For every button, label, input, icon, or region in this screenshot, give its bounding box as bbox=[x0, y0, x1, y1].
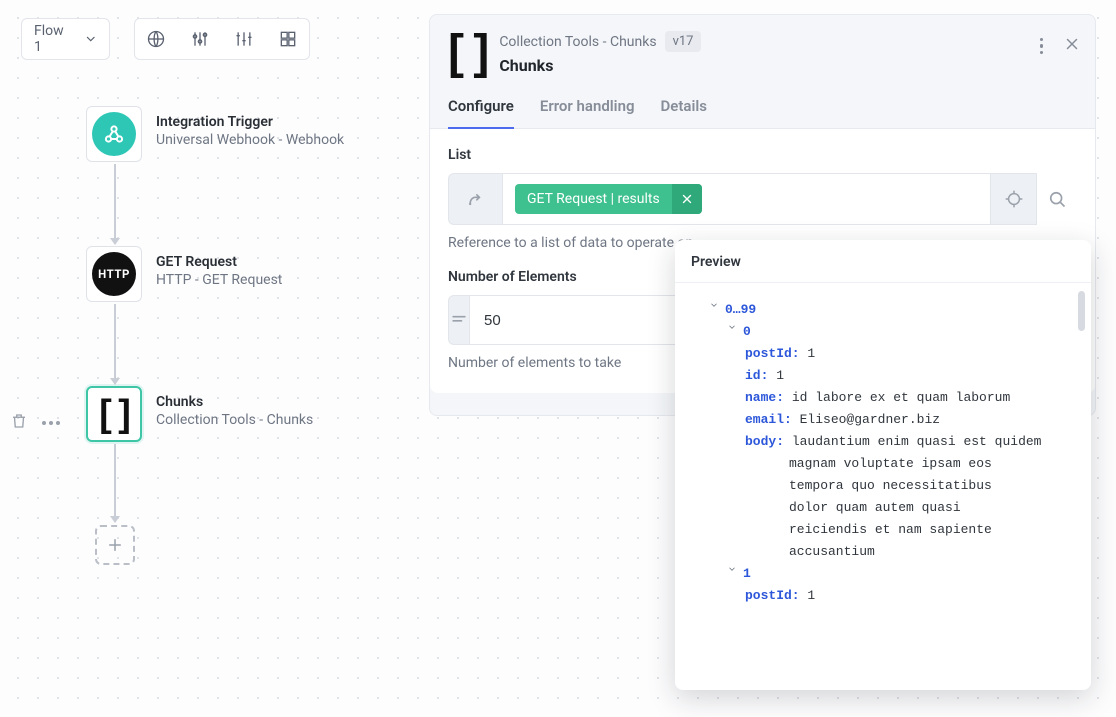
node-title: Chunks bbox=[156, 394, 313, 410]
globe-icon[interactable] bbox=[145, 28, 167, 50]
json-range[interactable]: 0…99 bbox=[725, 299, 756, 321]
brackets-icon: [ ] bbox=[99, 395, 129, 433]
node-actions bbox=[10, 412, 60, 434]
text-icon[interactable] bbox=[448, 295, 469, 345]
version-badge: v17 bbox=[665, 31, 702, 52]
json-index[interactable]: 0 bbox=[743, 321, 751, 343]
target-icon[interactable] bbox=[991, 173, 1037, 225]
node-chunks[interactable]: [ ] Chunks Collection Tools - Chunks bbox=[86, 386, 313, 442]
node-tile[interactable]: [ ] bbox=[86, 386, 142, 442]
chevron-down-icon[interactable] bbox=[727, 564, 737, 574]
brackets-icon: [ ] bbox=[448, 29, 487, 77]
flow-selector[interactable]: Flow 1 bbox=[21, 18, 110, 60]
json-key: id: bbox=[745, 365, 768, 387]
toolbar bbox=[134, 18, 310, 60]
scrollbar-thumb[interactable] bbox=[1078, 291, 1085, 331]
json-key: name: bbox=[745, 387, 784, 409]
json-value: dolor quam autem quasi bbox=[789, 497, 961, 519]
json-value: magnam voluptate ipsam eos bbox=[789, 453, 992, 475]
tab-details[interactable]: Details bbox=[661, 97, 707, 128]
json-value: accusantium bbox=[789, 541, 875, 563]
json-key: postId: bbox=[745, 343, 800, 365]
json-index[interactable]: 1 bbox=[743, 563, 751, 585]
json-value: id labore ex et quam laborum bbox=[792, 387, 1010, 409]
list-field-label: List bbox=[448, 147, 1077, 163]
node-subtitle: Collection Tools - Chunks bbox=[156, 412, 313, 428]
http-icon: HTTP bbox=[92, 252, 136, 296]
json-key: email: bbox=[745, 409, 792, 431]
node-tile[interactable] bbox=[86, 106, 142, 162]
chevron-down-icon[interactable] bbox=[709, 300, 719, 310]
preview-panel: Preview 0…99 0 postId: 1 id: 1 name: id … bbox=[675, 240, 1091, 690]
json-value: reiciendis et nam sapiente bbox=[789, 519, 992, 541]
json-key: postId: bbox=[745, 585, 800, 607]
node-tile[interactable]: HTTP bbox=[86, 246, 142, 302]
add-node-button[interactable] bbox=[95, 525, 135, 565]
num-field bbox=[448, 295, 678, 345]
list-field-input[interactable]: GET Request | results bbox=[502, 173, 991, 225]
json-value: Eliseo@gardner.biz bbox=[800, 409, 940, 431]
kebab-menu-icon[interactable] bbox=[1040, 38, 1044, 55]
chip-remove-icon[interactable] bbox=[672, 184, 702, 214]
json-value: laudantium enim quasi est quidem bbox=[792, 431, 1042, 453]
close-icon[interactable] bbox=[1063, 35, 1081, 57]
trash-icon[interactable] bbox=[10, 412, 28, 434]
num-input[interactable] bbox=[469, 295, 698, 345]
connector bbox=[114, 164, 116, 244]
connector bbox=[114, 444, 116, 522]
chip-label: GET Request | results bbox=[515, 184, 672, 214]
tab-error-handling[interactable]: Error handling bbox=[540, 97, 635, 128]
preview-body[interactable]: 0…99 0 postId: 1 id: 1 name: id labore e… bbox=[675, 283, 1091, 690]
preview-title: Preview bbox=[675, 240, 1091, 283]
node-title: Integration Trigger bbox=[156, 114, 344, 130]
node-subtitle: Universal Webhook - Webhook bbox=[156, 132, 344, 148]
json-value: 1 bbox=[807, 343, 815, 365]
tab-configure[interactable]: Configure bbox=[448, 97, 514, 129]
branch-icon[interactable] bbox=[448, 173, 502, 225]
node-title: GET Request bbox=[156, 254, 282, 270]
sliders-icon[interactable] bbox=[189, 28, 211, 50]
search-icon[interactable] bbox=[1037, 173, 1077, 225]
json-value: tempora quo necessitatibus bbox=[789, 475, 992, 497]
chevron-down-icon bbox=[84, 32, 97, 46]
connector bbox=[114, 304, 116, 384]
plus-icon bbox=[106, 536, 124, 554]
grid-icon[interactable] bbox=[277, 28, 299, 50]
more-icon[interactable] bbox=[42, 421, 60, 425]
panel-tabs: Configure Error handling Details bbox=[430, 77, 1095, 129]
json-value: 1 bbox=[807, 585, 815, 607]
json-key: body: bbox=[745, 431, 784, 453]
panel-title: Chunks bbox=[499, 56, 701, 75]
list-field: GET Request | results bbox=[448, 173, 1077, 225]
node-integration-trigger[interactable]: Integration Trigger Universal Webhook - … bbox=[86, 106, 344, 162]
flow-selector-label: Flow 1 bbox=[34, 23, 74, 55]
chevron-down-icon[interactable] bbox=[727, 322, 737, 332]
equalizer-icon[interactable] bbox=[233, 28, 255, 50]
json-value: 1 bbox=[776, 365, 784, 387]
reference-chip: GET Request | results bbox=[515, 184, 702, 214]
panel-supertitle: Collection Tools - Chunks bbox=[499, 34, 656, 50]
node-subtitle: HTTP - GET Request bbox=[156, 272, 282, 288]
node-get-request[interactable]: HTTP GET Request HTTP - GET Request bbox=[86, 246, 282, 302]
webhook-icon bbox=[92, 112, 136, 156]
